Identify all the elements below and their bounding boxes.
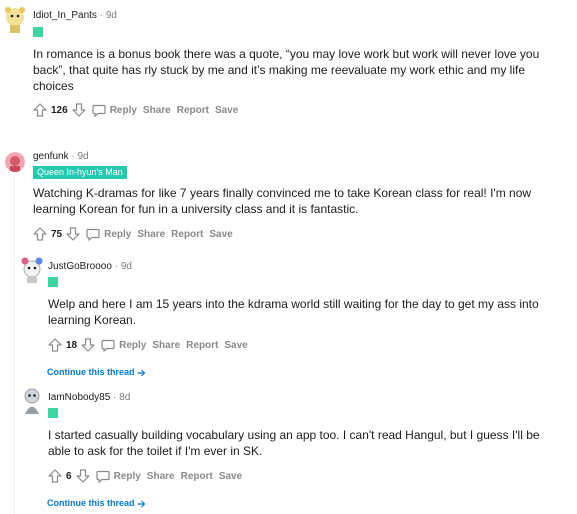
comment-age[interactable]: 8d: [119, 392, 130, 403]
reply-icon: [95, 470, 110, 483]
vote-score: 6: [66, 470, 72, 482]
save-button[interactable]: Save: [209, 229, 232, 240]
reply-label: Reply: [119, 339, 147, 351]
comment-body: Welp and here I am 15 years into the kdr…: [48, 297, 539, 327]
reply-button[interactable]: Reply: [101, 339, 146, 352]
reply-label: Reply: [104, 228, 132, 240]
save-button[interactable]: Save: [215, 105, 238, 116]
username[interactable]: Idiot_In_Pants: [33, 10, 97, 21]
avatar[interactable]: [21, 387, 43, 415]
report-button[interactable]: Report: [181, 471, 213, 482]
upvote-icon[interactable]: [33, 227, 47, 241]
reply-button[interactable]: Reply: [92, 104, 137, 117]
comment-body: In romance is a bonus book there was a q…: [33, 47, 540, 93]
thread-line[interactable]: [14, 176, 15, 514]
avatar[interactable]: [20, 256, 44, 284]
avatar[interactable]: [5, 152, 25, 172]
username[interactable]: genfunk: [33, 151, 69, 162]
upvote-icon[interactable]: [48, 338, 62, 352]
avatar-icon: [24, 388, 40, 414]
report-button[interactable]: Report: [177, 105, 209, 116]
username[interactable]: IamNobody85: [48, 392, 110, 403]
reply-button[interactable]: Reply: [95, 470, 141, 483]
avatar[interactable]: [4, 6, 26, 34]
vote-score: 75: [51, 228, 63, 240]
share-button[interactable]: Share: [137, 229, 165, 240]
downvote-icon[interactable]: [66, 227, 80, 241]
separator: ·: [113, 392, 117, 403]
comment-body: Watching K-dramas for like 7 years final…: [33, 186, 532, 216]
share-button[interactable]: Share: [147, 471, 175, 482]
arrow-right-icon: [137, 369, 146, 377]
avatar-icon: [5, 7, 25, 33]
arrow-right-icon: [137, 500, 146, 508]
vote-score: 18: [66, 339, 78, 351]
comment-age[interactable]: 9d: [106, 10, 117, 21]
reply-icon: [101, 339, 115, 352]
share-button[interactable]: Share: [152, 340, 180, 351]
continue-thread-label: Continue this thread: [47, 498, 135, 508]
separator: ·: [71, 151, 75, 162]
reply-label: Reply: [109, 104, 137, 116]
share-button[interactable]: Share: [143, 105, 171, 116]
report-button[interactable]: Report: [171, 229, 203, 240]
avatar-icon: [5, 152, 25, 172]
reply-button[interactable]: Reply: [86, 228, 131, 241]
downvote-icon[interactable]: [72, 103, 86, 117]
reply-icon: [86, 228, 100, 241]
reply-label: Reply: [113, 470, 141, 482]
reply-icon: [92, 104, 106, 117]
comment-age[interactable]: 9d: [78, 151, 89, 162]
save-button[interactable]: Save: [219, 471, 242, 482]
save-button[interactable]: Save: [224, 340, 247, 351]
flair-badge: Queen In-hyun's Man: [33, 166, 127, 179]
upvote-icon[interactable]: [33, 103, 47, 117]
comment-body: I started casually building vocabulary u…: [48, 428, 540, 458]
downvote-icon[interactable]: [75, 469, 90, 483]
vote-score: 126: [51, 104, 68, 116]
username[interactable]: JustGoBroooo: [48, 261, 112, 272]
separator: ·: [114, 261, 119, 272]
flair-badge: [48, 408, 58, 418]
flair-badge: [33, 27, 43, 37]
report-button[interactable]: Report: [186, 340, 218, 351]
continue-thread-label: Continue this thread: [47, 367, 135, 377]
flair-badge: [48, 277, 58, 287]
separator: ·: [99, 10, 104, 21]
avatar-icon: [21, 257, 43, 283]
continue-thread-link[interactable]: Continue this thread: [47, 367, 146, 377]
downvote-icon[interactable]: [81, 338, 95, 352]
upvote-icon[interactable]: [48, 469, 62, 483]
comment-age[interactable]: 9d: [121, 261, 132, 272]
continue-thread-link[interactable]: Continue this thread: [47, 498, 146, 508]
